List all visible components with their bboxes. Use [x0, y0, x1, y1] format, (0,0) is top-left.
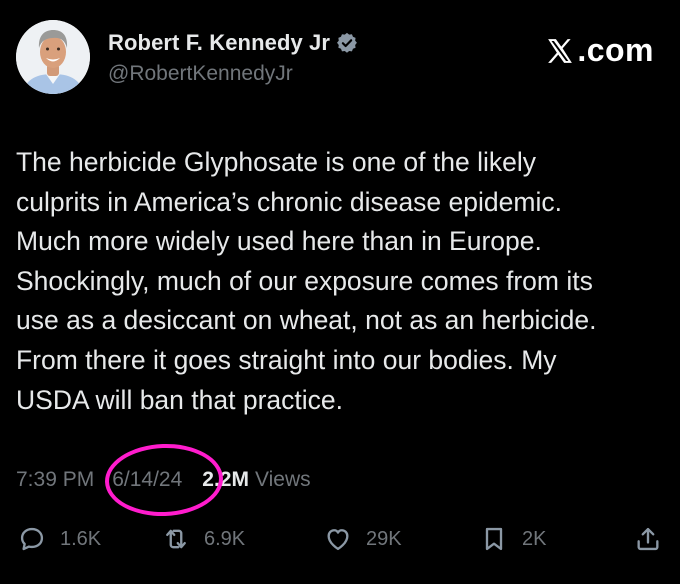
post-time[interactable]: 7:39 PM: [16, 468, 94, 492]
reply-button[interactable]: 1.6K: [18, 525, 101, 553]
repost-count: 6.9K: [204, 527, 246, 550]
tweet-card: Robert F. Kennedy Jr @RobertKennedyJr .c…: [0, 0, 680, 584]
verified-badge-icon[interactable]: [336, 32, 358, 54]
like-button[interactable]: 29K: [324, 525, 402, 553]
tweet-text: The herbicide Glyphosate is one of the l…: [16, 143, 668, 420]
brand-logo: .com: [545, 32, 654, 69]
tweet-text-line: culprits in America’s chronic disease ep…: [16, 186, 562, 217]
avatar[interactable]: [16, 20, 90, 94]
views-label: Views: [254, 468, 311, 491]
repost-button[interactable]: 6.9K: [162, 525, 245, 553]
display-name[interactable]: Robert F. Kennedy Jr: [108, 30, 330, 56]
heart-icon: [327, 529, 349, 551]
tweet-text-line: The herbicide Glyphosate is one of the l…: [16, 147, 536, 177]
x-logo-icon: [545, 36, 575, 66]
tweet-text-line: use as a desiccant on wheat, not as an h…: [16, 305, 597, 336]
like-count: 29K: [366, 527, 402, 550]
author-name-row: Robert F. Kennedy Jr: [108, 30, 358, 56]
bookmark-button[interactable]: 2K: [480, 525, 546, 553]
handle[interactable]: @RobertKennedyJr: [108, 62, 293, 86]
repost-icon: [166, 529, 186, 549]
reply-icon: [20, 527, 44, 551]
date-highlight-circle: [103, 441, 225, 519]
bookmark-count: 2K: [522, 527, 547, 550]
tweet-text-line: Much more widely used here than in Europ…: [16, 226, 542, 257]
bookmark-icon: [485, 527, 503, 551]
share-button[interactable]: [634, 525, 662, 553]
tweet-text-line: Shockingly, much of our exposure comes f…: [16, 265, 593, 296]
action-bar: 1.6K 6.9K 29K 2K: [0, 525, 680, 565]
brand-text: .com: [577, 32, 654, 68]
reply-count: 1.6K: [60, 527, 102, 550]
tweet-text-line: From there it goes straight into our bod…: [16, 344, 557, 375]
share-icon: [637, 527, 659, 551]
tweet-text-line: USDA will ban that practice.: [16, 384, 343, 415]
